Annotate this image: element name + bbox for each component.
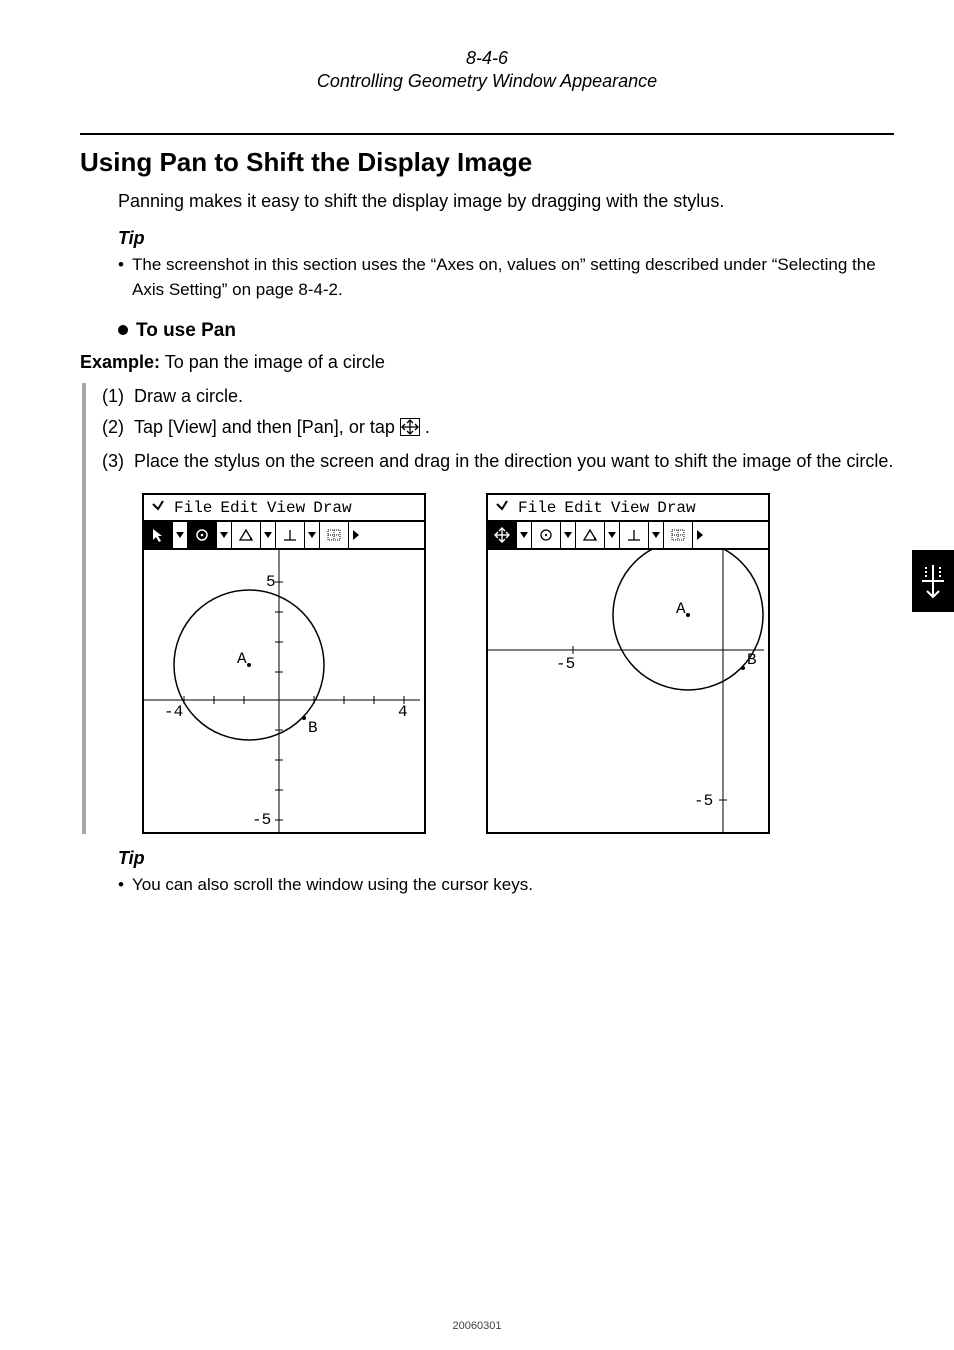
sub-heading-text: To use Pan xyxy=(136,320,236,341)
perpendicular-tool-button[interactable] xyxy=(276,522,305,548)
chevron-down-icon[interactable] xyxy=(261,522,276,548)
geometry-canvas[interactable]: 5 4 -4 -5 A B xyxy=(144,550,424,832)
section-heading: Using Pan to Shift the Display Image xyxy=(80,147,894,178)
axis-tick-right: 4 xyxy=(398,703,408,721)
menu-edit[interactable]: Edit xyxy=(220,499,258,517)
toolbar xyxy=(488,522,768,550)
menu-file[interactable]: File xyxy=(518,499,556,517)
menu-draw[interactable]: Draw xyxy=(313,499,351,517)
perpendicular-tool-button[interactable] xyxy=(620,522,649,548)
page-header-title: Controlling Geometry Window Appearance xyxy=(317,70,657,93)
chevron-down-icon[interactable] xyxy=(173,522,188,548)
screenshot-left: File Edit View Draw xyxy=(142,493,426,834)
section-rule xyxy=(80,133,894,135)
menu-view[interactable]: View xyxy=(267,499,305,517)
axis-tick-left: -4 xyxy=(164,703,183,721)
tip-label: Tip xyxy=(118,228,894,249)
tip2-text: You can also scroll the window using the… xyxy=(118,873,894,898)
section-intro: Panning makes it easy to shift the displ… xyxy=(118,188,894,214)
step-number: (1) xyxy=(102,383,124,410)
toolbar-scroll-right-icon[interactable] xyxy=(349,522,363,548)
chevron-down-icon[interactable] xyxy=(217,522,232,548)
tip1-text: The screenshot in this section uses the … xyxy=(118,253,894,302)
step-number: (3) xyxy=(102,448,124,475)
screenshot-right: File Edit View Draw xyxy=(486,493,770,834)
chevron-down-icon[interactable] xyxy=(561,522,576,548)
close-icon[interactable] xyxy=(150,498,166,517)
point-b-label: B xyxy=(308,719,318,737)
pan-icon xyxy=(400,417,420,444)
step-1: (1) Draw a circle. xyxy=(102,383,894,410)
step-text: Draw a circle. xyxy=(134,386,243,406)
step-block: (1) Draw a circle. (2) Tap [View] and th… xyxy=(82,383,894,834)
menu-edit[interactable]: Edit xyxy=(564,499,602,517)
chevron-down-icon[interactable] xyxy=(649,522,664,548)
triangle-tool-button[interactable] xyxy=(576,522,605,548)
close-icon[interactable] xyxy=(494,498,510,517)
chevron-down-icon[interactable] xyxy=(305,522,320,548)
footer-code: 20060301 xyxy=(0,1320,954,1332)
point-a-label: A xyxy=(676,600,686,618)
screenshot-row: File Edit View Draw xyxy=(142,493,894,834)
circle-tool-button[interactable] xyxy=(188,522,217,548)
axis-tick-bottom: -5 xyxy=(252,811,271,829)
circle-tool-button[interactable] xyxy=(532,522,561,548)
step-number: (2) xyxy=(102,414,124,441)
example-text: To pan the image of a circle xyxy=(165,352,385,372)
grid-tool-button[interactable] xyxy=(320,522,349,548)
arrow-tool-button[interactable] xyxy=(144,522,173,548)
axis-tick-top: 5 xyxy=(266,573,276,591)
chevron-down-icon[interactable] xyxy=(517,522,532,548)
example-label: Example: xyxy=(80,352,160,372)
point-a-label: A xyxy=(237,650,247,668)
tip-label: Tip xyxy=(118,848,894,869)
axis-tick-center: -5 xyxy=(556,655,575,673)
toolbar-scroll-right-icon[interactable] xyxy=(693,522,707,548)
step-text: Place the stylus on the screen and drag … xyxy=(134,451,893,471)
chevron-down-icon[interactable] xyxy=(605,522,620,548)
step-text-before: Tap [View] and then [Pan], or tap xyxy=(134,417,400,437)
step-3: (3) Place the stylus on the screen and d… xyxy=(102,448,894,475)
menu-draw[interactable]: Draw xyxy=(657,499,695,517)
menu-file[interactable]: File xyxy=(174,499,212,517)
point-b-label: B xyxy=(747,651,757,669)
toolbar xyxy=(144,522,424,550)
pan-tool-button[interactable] xyxy=(488,522,517,548)
step-text-after: . xyxy=(425,417,430,437)
page-number: 8-4-6 xyxy=(317,48,657,70)
axis-tick-bottom: -5 xyxy=(694,792,713,810)
page-header: 8-4-6 Controlling Geometry Window Appear… xyxy=(80,40,894,103)
step-2: (2) Tap [View] and then [Pan], or tap . xyxy=(102,414,894,444)
menu-view[interactable]: View xyxy=(611,499,649,517)
side-tab-icon xyxy=(912,550,954,612)
grid-tool-button[interactable] xyxy=(664,522,693,548)
geometry-canvas[interactable]: -5 -5 A B xyxy=(488,550,768,832)
menubar: File Edit View Draw xyxy=(488,495,768,522)
example-line: Example: To pan the image of a circle xyxy=(80,352,894,373)
triangle-tool-button[interactable] xyxy=(232,522,261,548)
bullet-dot-icon xyxy=(118,325,128,335)
menubar: File Edit View Draw xyxy=(144,495,424,522)
sub-heading: To use Pan xyxy=(118,320,894,342)
